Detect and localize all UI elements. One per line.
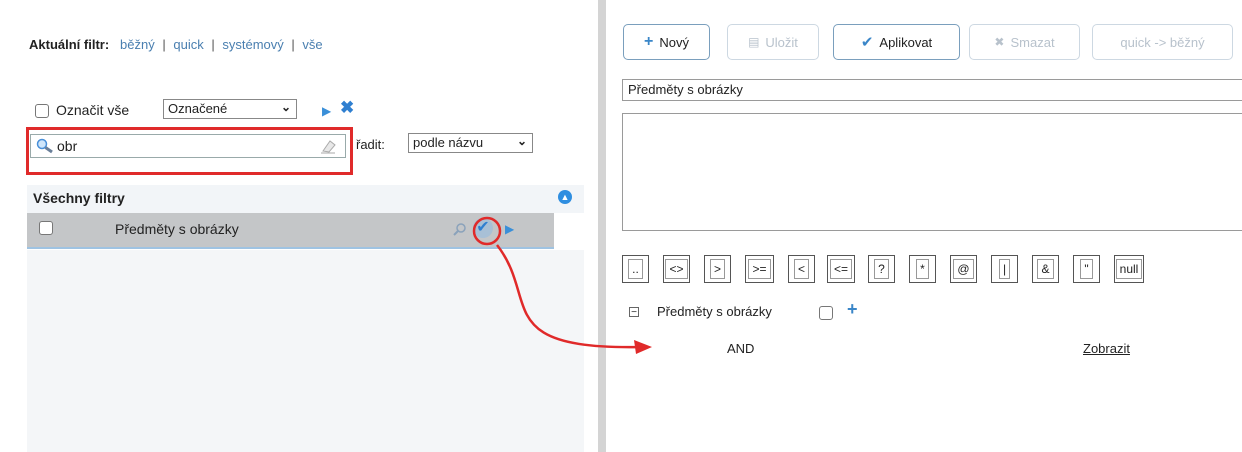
- arrow-head: [634, 340, 652, 354]
- annotation-overlay: [472, 216, 652, 354]
- highlight-circle: [472, 216, 502, 246]
- annotation-arrow: [496, 244, 643, 349]
